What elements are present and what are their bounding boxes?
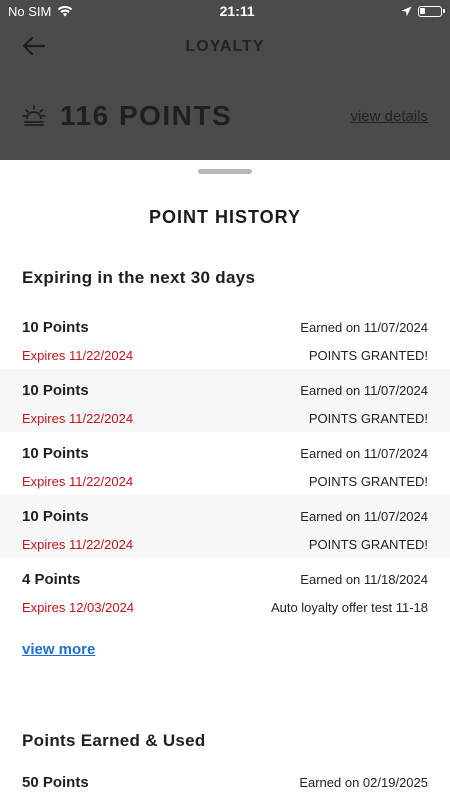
sun-rewards-icon — [22, 105, 46, 126]
points-total: 116 POINTS — [60, 100, 233, 131]
list-item: 10 Points Earned on 11/07/2024 Expires 11… — [0, 369, 450, 432]
list-item: 4 Points Earned on 11/18/2024 Expires 12/… — [0, 558, 450, 621]
status-time: 21:11 — [219, 3, 255, 19]
page-title: LOYALTY — [185, 38, 265, 55]
location-arrow-icon — [401, 6, 412, 16]
battery-icon — [417, 5, 445, 17]
sheet-drag-handle[interactable] — [198, 169, 252, 174]
earned-used-section-title: Points Earned & Used — [22, 731, 206, 750]
view-more-link[interactable]: view more — [22, 641, 95, 658]
points-reason: Auto loyalty offer test 11-18 — [270, 599, 428, 615]
carrier-label: No SIM — [8, 3, 52, 19]
list-item: 10 Points Earned on 11/07/2024 Expires 11… — [0, 306, 450, 369]
expiry-date: Expires 11/22/2024 — [22, 410, 134, 426]
points-amount: 50 Points — [22, 773, 89, 791]
earned-date: Earned on 11/07/2024 — [300, 445, 428, 461]
wifi-icon — [58, 5, 73, 17]
list-item: 10 Points Earned on 11/07/2024 Expires 11… — [0, 432, 450, 495]
point-history-sheet: POINT HISTORY Expiring in the next 30 da… — [0, 160, 450, 800]
points-reason: POINTS GRANTED! — [308, 473, 428, 489]
points-reason: POINTS GRANTED! — [308, 536, 428, 552]
points-amount: 4 Points — [22, 570, 81, 588]
expiry-date: Expires 12/03/2024 — [22, 599, 135, 615]
sheet-title: POINT HISTORY — [148, 207, 302, 227]
earned-date: Earned on 11/18/2024 — [300, 571, 428, 587]
points-amount: 10 Points — [22, 507, 89, 525]
view-details-link[interactable]: view details — [350, 108, 428, 125]
points-amount: 10 Points — [22, 318, 89, 336]
points-summary: 116 POINTS view details — [0, 72, 450, 160]
expiry-date: Expires 11/22/2024 — [22, 536, 134, 552]
expiring-section-title: Expiring in the next 30 days — [22, 268, 256, 287]
app-header: LOYALTY — [0, 22, 450, 72]
points-reason: POINTS GRANTED! — [308, 347, 428, 363]
earned-date: Earned on 11/07/2024 — [300, 382, 428, 398]
expiry-date: Expires 11/22/2024 — [22, 347, 134, 363]
expiry-date: Expires 11/22/2024 — [22, 473, 134, 489]
earned-date: Earned on 11/07/2024 — [300, 508, 428, 524]
list-item: 50 Points Earned on 02/19/2025 — [0, 771, 450, 800]
earned-used-list: 50 Points Earned on 02/19/2025 — [0, 771, 450, 800]
points-reason: POINTS GRANTED! — [308, 410, 428, 426]
list-item: 10 Points Earned on 11/07/2024 Expires 11… — [0, 495, 450, 558]
earned-date: Earned on 11/07/2024 — [300, 319, 428, 335]
earned-date: Earned on 02/19/2025 — [299, 774, 428, 790]
back-arrow-icon[interactable] — [20, 32, 48, 60]
expiring-list: 10 Points Earned on 11/07/2024 Expires 11… — [0, 306, 450, 621]
points-amount: 10 Points — [22, 444, 89, 462]
background-screen: No SIM 21:11 LOYALTY 116 POINTS view det… — [0, 0, 450, 160]
status-bar: No SIM 21:11 — [0, 0, 450, 22]
points-amount: 10 Points — [22, 381, 89, 399]
